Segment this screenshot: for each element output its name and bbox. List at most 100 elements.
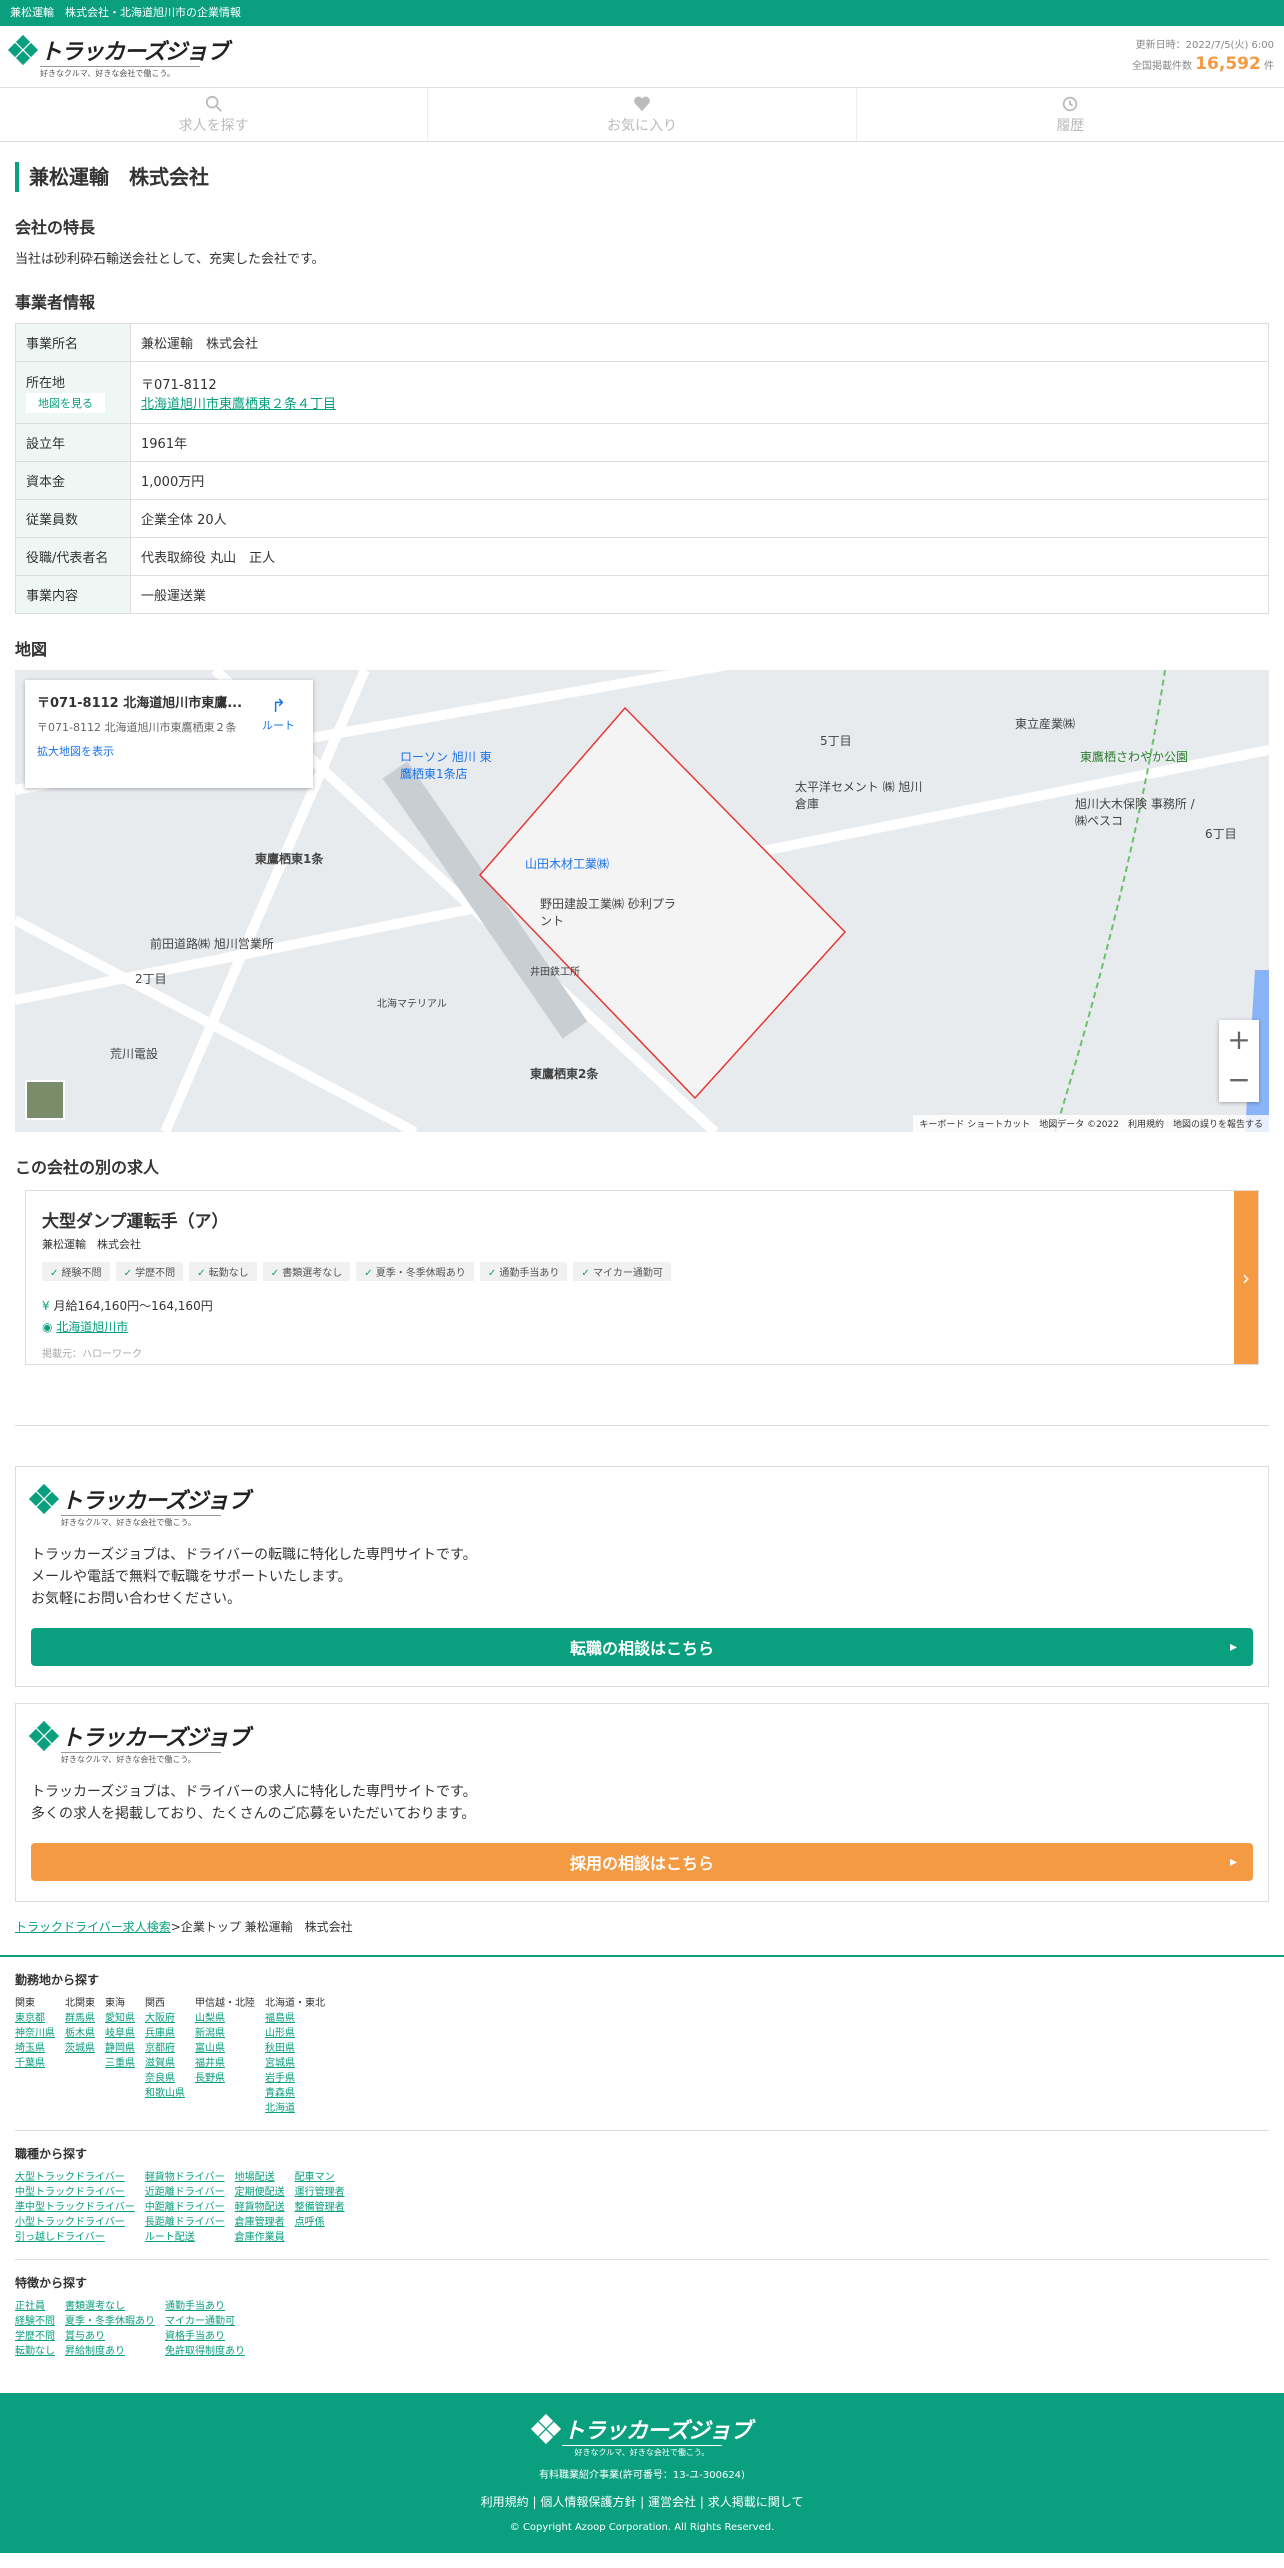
nav-history-label: 履歴 [1056, 117, 1085, 134]
footer-search-link[interactable]: 福井県 [195, 2056, 255, 2071]
footer-search-link[interactable]: 昇給制度あり [65, 2344, 155, 2359]
footer-search-link[interactable]: 賞与あり [65, 2329, 155, 2344]
enlarge-map-link[interactable]: 拡大地図を表示 [37, 743, 301, 759]
footer-search-link[interactable]: 愛知県 [105, 2011, 135, 2026]
footer-search-link[interactable]: 学歴不問 [15, 2329, 55, 2344]
feature-heading: 特徴から探す [15, 2276, 88, 2290]
zoom-out-button[interactable]: − [1219, 1060, 1259, 1100]
footer-search-link[interactable]: 書類選考なし [65, 2299, 155, 2314]
footer-search-link[interactable]: 宮城県 [265, 2056, 325, 2071]
footer-search-link[interactable]: 近距離ドライバー [145, 2185, 225, 2200]
footer-search-link[interactable]: 長野県 [195, 2071, 255, 2086]
map-footer[interactable]: キーボード ショートカット 地図データ ©2022 利用規約 地図の誤りを報告す… [913, 1115, 1269, 1132]
footer-search-link[interactable]: 転勤なし [15, 2344, 55, 2359]
career-consult-button[interactable]: 転職の相談はこちら [31, 1628, 1253, 1666]
footer-search-link[interactable]: 正社員 [15, 2299, 55, 2314]
column-heading: 北関東 [65, 1998, 95, 2009]
view-map-button[interactable]: 地図を見る [26, 393, 105, 413]
footer-search-link[interactable]: 福島県 [265, 2011, 325, 2026]
footer-search-link[interactable]: 通勤手当あり [165, 2299, 245, 2314]
footer-search-link[interactable]: 運行管理者 [295, 2185, 345, 2200]
site-logo[interactable]: トラッカーズジョブ 好きなクルマ、好きな会社で働こう。 [7, 34, 229, 79]
footer-search-link[interactable]: 倉庫管理者 [235, 2215, 285, 2230]
job-type-search: 職種から探す 大型トラックドライバー 中型トラックドライバー 準中型トラックドライバ… [15, 2145, 1269, 2260]
footer-link-company[interactable]: 運営会社 [648, 2495, 696, 2509]
footer-search-link[interactable]: 富山県 [195, 2041, 255, 2056]
footer-search-link[interactable]: 新潟県 [195, 2026, 255, 2041]
footer-search-link[interactable]: 東京都 [15, 2011, 55, 2026]
footer-search-link[interactable]: マイカー通勤可 [165, 2314, 245, 2329]
footer-search-link[interactable]: 小型トラックドライバー [15, 2215, 135, 2230]
link-column: 書類選考なし 夏季・冬季休暇あり 賞与あり 昇給制度あり [65, 2299, 155, 2359]
footer-search-link[interactable]: 埼玉県 [15, 2041, 55, 2056]
footer-search-link[interactable]: 京都府 [145, 2041, 185, 2056]
listing-count: 16,592 [1195, 54, 1261, 74]
footer-search-link[interactable]: 軽貨物配送 [235, 2200, 285, 2215]
job-location-link[interactable]: 北海道旭川市 [56, 1320, 128, 1334]
footer-search-link[interactable]: 山梨県 [195, 2011, 255, 2026]
footer-search-link[interactable]: ルート配送 [145, 2230, 225, 2245]
hiring-consult-button[interactable]: 採用の相談はこちら [31, 1843, 1253, 1881]
column-heading: 関西 [145, 1998, 165, 2009]
footer-link-terms[interactable]: 利用規約 [481, 2495, 529, 2509]
nav-favorites[interactable]: お気に入り [428, 88, 857, 141]
footer-search-link[interactable]: 神奈川県 [15, 2026, 55, 2041]
footer-search-link[interactable]: 茨城県 [65, 2041, 95, 2056]
footer-search-link[interactable]: 千葉県 [15, 2056, 55, 2071]
footer-search-link[interactable]: 山形県 [265, 2026, 325, 2041]
footer-search-link[interactable]: 中距離ドライバー [145, 2200, 225, 2215]
satellite-toggle[interactable] [25, 1080, 65, 1120]
map-label: 井田鉄工所 [530, 967, 580, 978]
row-key: 事業所名 [15, 323, 131, 362]
footer-search-link[interactable]: 免許取得制度あり [165, 2344, 245, 2359]
job-card[interactable]: 大型ダンプ運転手（ア） 兼松運輸 株式会社 経験不問 学歴不問 転勤なし 書類選… [25, 1190, 1259, 1365]
nav-history[interactable]: 履歴 [857, 88, 1284, 141]
footer-search-link[interactable]: 配車マン [295, 2170, 345, 2185]
breadcrumb-home-link[interactable]: トラックドライバー求人検索 [15, 1920, 171, 1934]
footer-search-link[interactable]: 岐阜県 [105, 2026, 135, 2041]
footer-search-link[interactable]: 大阪府 [145, 2011, 185, 2026]
footer-search-link[interactable]: 点呼係 [295, 2215, 345, 2230]
footer-search-link[interactable]: 軽貨物ドライバー [145, 2170, 225, 2185]
footer-search-link[interactable]: 定期便配送 [235, 2185, 285, 2200]
footer-search-link[interactable]: 群馬県 [65, 2011, 95, 2026]
footer-search-link[interactable]: 引っ越しドライバー [15, 2230, 135, 2245]
zoom-in-button[interactable]: + [1219, 1020, 1259, 1060]
map-embed[interactable]: 東鷹栖東1条 東鷹栖東2条 山田木材工業㈱ 野田建設工業㈱ 砂利プラント 太平洋… [15, 670, 1269, 1132]
footer-search-link[interactable]: 和歌山県 [145, 2086, 185, 2101]
footer-search-link[interactable]: 大型トラックドライバー [15, 2170, 135, 2185]
footer-search-link[interactable]: 三重県 [105, 2056, 135, 2071]
footer-search-link[interactable]: 秋田県 [265, 2041, 325, 2056]
row-key: 所在地 地図を見る [15, 361, 131, 424]
chevron-right-icon[interactable]: › [1234, 1191, 1258, 1364]
footer-link-privacy[interactable]: 個人情報保護方針 [540, 2495, 636, 2509]
footer-search-link[interactable]: 長距離ドライバー [145, 2215, 225, 2230]
main-content: 兼松運輸 株式会社 会社の特長 当社は砂利砕石輸送会社として、充実した会社です。… [0, 162, 1284, 1955]
footer-search-link[interactable]: 静岡県 [105, 2041, 135, 2056]
footer-search-link[interactable]: 経験不問 [15, 2314, 55, 2329]
footer-search-link[interactable]: 岩手県 [265, 2071, 325, 2086]
footer-search-link[interactable]: 滋賀県 [145, 2056, 185, 2071]
top-bar: 兼松運輸 株式会社・北海道旭川市の企業情報 [0, 0, 1284, 26]
footer-search-link[interactable]: 北海道 [265, 2101, 325, 2116]
logo-tagline: 好きなクルマ、好きな会社で働こう。 [61, 1515, 221, 1528]
footer-search-link[interactable]: 中型トラックドライバー [15, 2185, 135, 2200]
footer-search-link[interactable]: 準中型トラックドライバー [15, 2200, 135, 2215]
footer-search-link[interactable]: 資格手当あり [165, 2329, 245, 2344]
footer-search-link[interactable]: 夏季・冬季休暇あり [65, 2314, 155, 2329]
nav-search-label: 求人を探す [178, 117, 249, 134]
footer-logo[interactable]: トラッカーズジョブ 好きなクルマ、好きな会社で働こう。 [0, 2413, 1284, 2458]
footer-link-listing[interactable]: 求人掲載に関して [708, 2495, 804, 2509]
footer-search-link[interactable]: 青森県 [265, 2086, 325, 2101]
footer-search-link[interactable]: 奈良県 [145, 2071, 185, 2086]
footer-search-link[interactable]: 倉庫作業員 [235, 2230, 285, 2245]
footer-search-link[interactable]: 整備管理者 [295, 2200, 345, 2215]
footer-search-link[interactable]: 兵庫県 [145, 2026, 185, 2041]
nav-search[interactable]: 求人を探す [0, 88, 429, 141]
map-label: 東鷹栖東2条 [530, 1067, 599, 1081]
footer-search-link[interactable]: 地場配送 [235, 2170, 285, 2185]
footer-search-link[interactable]: 栃木県 [65, 2026, 95, 2041]
address-link[interactable]: 北海道旭川市東鷹栖東２条４丁目 [141, 397, 336, 412]
row-value: 1961年 [130, 423, 1269, 462]
route-button[interactable]: ↱ ルート [262, 696, 295, 733]
